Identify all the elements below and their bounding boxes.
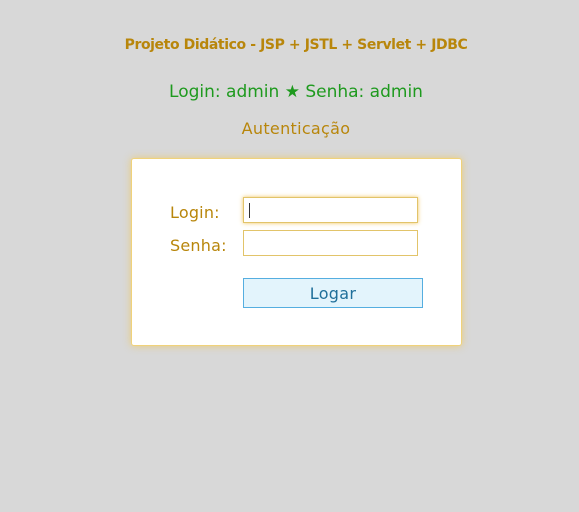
credentials-hint: Login: admin ★ Senha: admin bbox=[169, 82, 423, 102]
auth-section-title: Autenticação bbox=[241, 119, 351, 138]
project-title: Projeto Didático - JSP + JSTL + Servlet … bbox=[124, 37, 468, 53]
login-input[interactable] bbox=[243, 197, 418, 223]
senha-label: Senha: bbox=[170, 236, 227, 255]
text-cursor bbox=[249, 203, 250, 218]
login-label: Login: bbox=[170, 203, 220, 222]
logar-button[interactable]: Logar bbox=[243, 278, 423, 308]
senha-input[interactable] bbox=[243, 230, 418, 256]
login-form: Login: Senha: Logar bbox=[131, 158, 462, 346]
